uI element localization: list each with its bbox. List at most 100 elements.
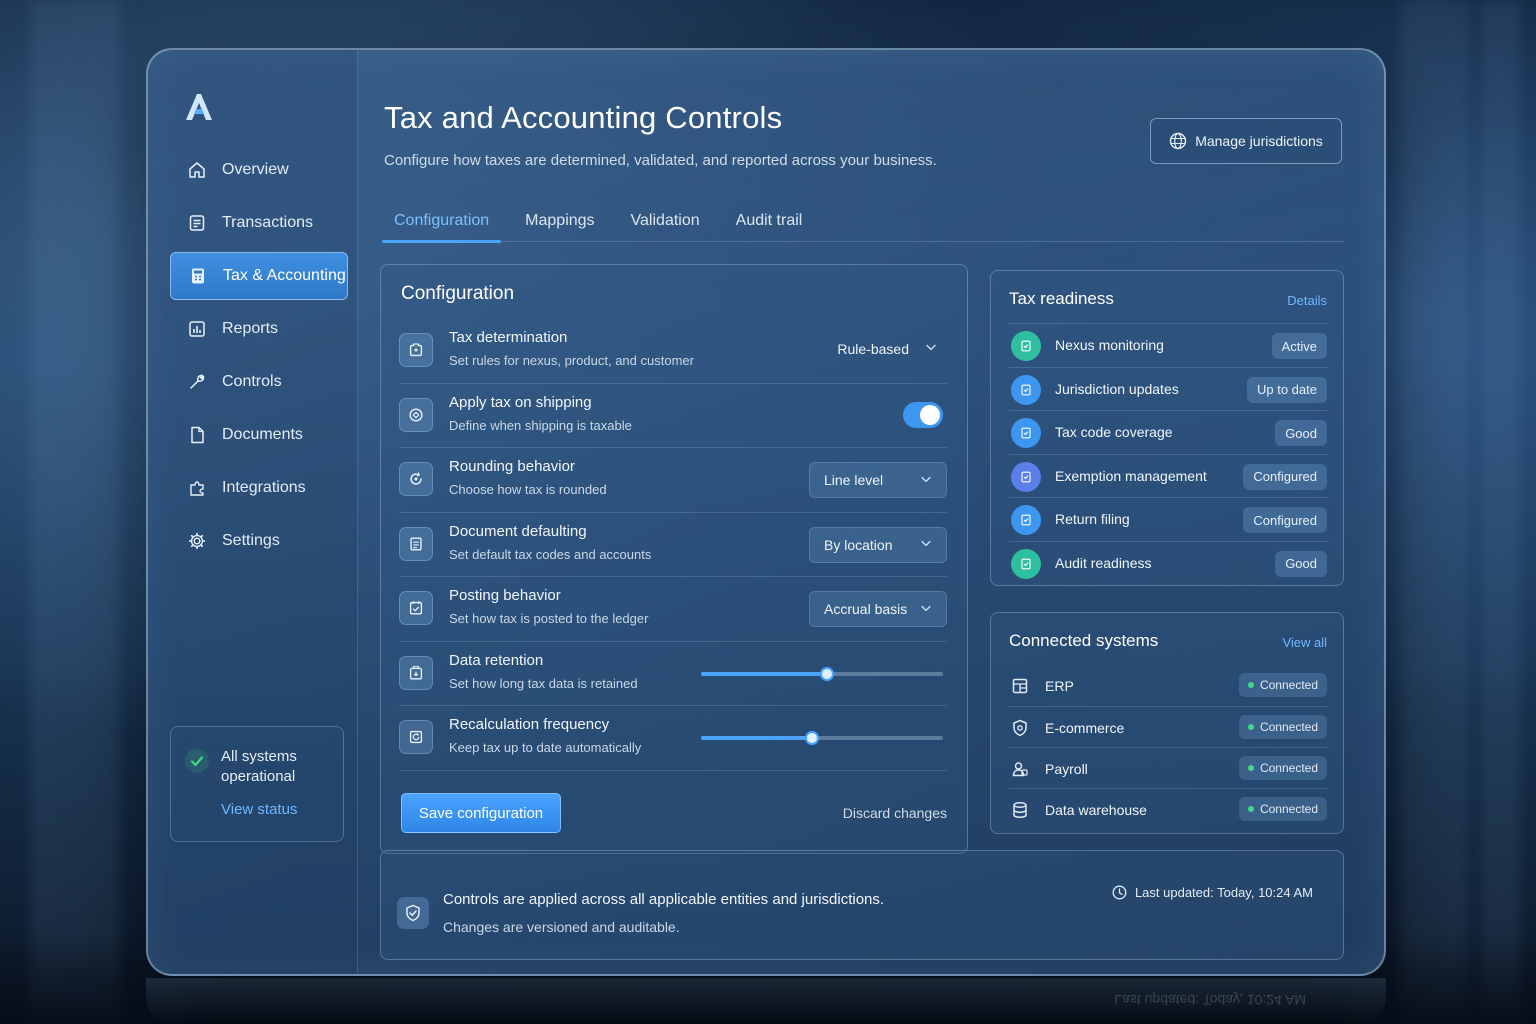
sidebar-item-transactions[interactable]: Transactions bbox=[170, 199, 348, 247]
data-retention-slider[interactable] bbox=[701, 666, 943, 681]
config-row-document-defaulting: Document defaulting Set default tax codes… bbox=[399, 513, 947, 577]
page-title: Tax and Accounting Controls bbox=[384, 100, 783, 135]
connected-systems-title: Connected systems bbox=[1009, 631, 1159, 650]
select-value: By location bbox=[824, 536, 893, 553]
config-row-tax-determination: Tax determination Set rules for nexus, pr… bbox=[399, 319, 947, 384]
rounding-behavior-select[interactable]: Line level bbox=[809, 462, 947, 498]
status-dot bbox=[1247, 806, 1254, 812]
tab-bar: Configuration Mappings Validation Audit tra… bbox=[382, 200, 1344, 243]
sidebar-item-settings[interactable]: Settings bbox=[170, 517, 348, 565]
connection-status-text: Connected bbox=[1259, 802, 1318, 816]
config-row-description: Define when shipping is taxable bbox=[449, 417, 632, 433]
connected-system-e-commerce[interactable]: E-commerce Connected bbox=[1009, 706, 1329, 747]
manage-jurisdictions-button[interactable]: Manage jurisdictions bbox=[1150, 118, 1342, 164]
connection-status-text: Connected bbox=[1259, 761, 1318, 775]
readiness-status-badge: Configured bbox=[1243, 507, 1327, 534]
system-status-card: All systems operational View status bbox=[170, 726, 344, 842]
slider-fill bbox=[701, 671, 827, 676]
tab-validation[interactable]: Validation bbox=[619, 200, 712, 242]
check-icon bbox=[185, 749, 209, 773]
config-row-name: Apply tax on shipping bbox=[449, 393, 592, 411]
slider-fill bbox=[701, 736, 813, 740]
readiness-item-exemption-management: Exemption management Configured bbox=[1009, 453, 1329, 498]
document-icon bbox=[186, 424, 208, 446]
background-column bbox=[30, 0, 120, 1024]
document-defaulting-select[interactable]: By location bbox=[809, 526, 947, 563]
archive-icon bbox=[399, 655, 433, 690]
readiness-item-name: Audit readiness bbox=[1055, 554, 1152, 571]
status-icon bbox=[1011, 374, 1041, 405]
readiness-status-badge: Good bbox=[1275, 550, 1327, 577]
globe-icon bbox=[1169, 132, 1187, 150]
view-all-link[interactable]: View all bbox=[1282, 635, 1327, 650]
recalculation-frequency-slider[interactable] bbox=[701, 731, 943, 745]
connection-status-badge: Connected bbox=[1238, 797, 1327, 821]
connected-system-erp[interactable]: ERP Connected bbox=[1009, 665, 1329, 706]
sidebar-item-label: Overview bbox=[222, 161, 289, 178]
chevron-down-icon bbox=[909, 339, 939, 358]
sidebar-item-controls[interactable]: Controls bbox=[170, 358, 348, 406]
config-row-name: Document defaulting bbox=[449, 522, 587, 540]
select-value: Line level bbox=[824, 472, 884, 488]
readiness-item-tax-code-coverage: Tax code coverage Good bbox=[1009, 410, 1329, 454]
tab-mappings[interactable]: Mappings bbox=[513, 200, 606, 242]
connected-system-data-warehouse[interactable]: Data warehouse Connected bbox=[1009, 788, 1329, 829]
configuration-card-title: Configuration bbox=[401, 283, 515, 304]
controls-info-line1: Controls are applied across all applicab… bbox=[443, 891, 885, 908]
tax-readiness-title: Tax readiness bbox=[1009, 289, 1114, 308]
details-link[interactable]: Details bbox=[1287, 293, 1327, 308]
apply-tax-on-shipping-toggle[interactable] bbox=[903, 401, 943, 428]
home-icon bbox=[186, 159, 208, 181]
rounding-icon bbox=[399, 462, 433, 496]
tax-determination-select[interactable]: Rule-based bbox=[837, 339, 939, 358]
slider-thumb[interactable] bbox=[819, 666, 834, 681]
connected-systems-list: ERP Connected E-commerce Connected Payroll Co… bbox=[1009, 665, 1329, 829]
config-row-recalculation-frequency: Recalculation frequency Keep tax up to da… bbox=[399, 706, 947, 771]
sidebar-item-label: Reports bbox=[222, 320, 279, 337]
database-icon bbox=[1009, 799, 1031, 821]
reflection-text: Last updated: Today, 10:24 AM bbox=[1114, 992, 1306, 1008]
last-updated: Last updated: Today, 10:24 AM bbox=[1112, 885, 1313, 900]
config-row-name: Posting behavior bbox=[449, 587, 561, 604]
status-icon bbox=[1011, 331, 1041, 361]
config-row-name: Recalculation frequency bbox=[449, 716, 610, 733]
tab-audit-trail[interactable]: Audit trail bbox=[724, 200, 815, 242]
shipping-icon bbox=[399, 397, 433, 432]
config-row-description: Choose how tax is rounded bbox=[449, 482, 607, 497]
config-row-description: Set rules for nexus, product, and custom… bbox=[449, 353, 694, 368]
readiness-item-name: Nexus monitoring bbox=[1055, 337, 1164, 353]
readiness-item-nexus-monitoring: Nexus monitoring Active bbox=[1009, 323, 1329, 367]
tab-configuration[interactable]: Configuration bbox=[382, 200, 502, 243]
sidebar-item-tax-and-accounting[interactable]: Tax & Accounting bbox=[170, 252, 348, 300]
payroll-icon bbox=[1009, 758, 1031, 780]
page-subtitle: Configure how taxes are determined, vali… bbox=[384, 152, 937, 169]
save-configuration-button[interactable]: Save configuration bbox=[401, 793, 561, 833]
clock-icon bbox=[1112, 885, 1127, 900]
view-status-link[interactable]: View status bbox=[221, 801, 297, 818]
config-row-description: Set how tax is posted to the ledger bbox=[449, 611, 649, 626]
refresh-icon bbox=[399, 720, 433, 754]
chevron-down-icon bbox=[918, 600, 934, 619]
config-row-data-retention: Data retention Set how long tax data is r… bbox=[399, 642, 947, 706]
status-dot bbox=[1247, 765, 1254, 771]
connected-system-payroll[interactable]: Payroll Connected bbox=[1009, 747, 1329, 788]
discard-changes-button[interactable]: Discard changes bbox=[843, 805, 947, 821]
connection-status-text: Connected bbox=[1259, 678, 1318, 692]
chevron-down-icon bbox=[918, 471, 934, 490]
connection-status-text: Connected bbox=[1259, 720, 1318, 734]
config-row-description: Set how long tax data is retained bbox=[449, 675, 638, 691]
sidebar-item-documents[interactable]: Documents bbox=[170, 411, 348, 459]
sidebar-nav: Overview Transactions Tax & Accounting Repo… bbox=[170, 146, 348, 570]
config-row-posting-behavior: Posting behavior Set how tax is posted to… bbox=[399, 577, 947, 642]
slider-thumb[interactable] bbox=[805, 731, 820, 745]
connection-status-badge: Connected bbox=[1238, 673, 1327, 697]
readiness-status-badge: Good bbox=[1275, 420, 1327, 447]
posting-behavior-select[interactable]: Accrual basis bbox=[809, 591, 947, 627]
config-row-name: Tax determination bbox=[449, 329, 568, 346]
sidebar-item-reports[interactable]: Reports bbox=[170, 305, 348, 353]
sidebar-item-integrations[interactable]: Integrations bbox=[170, 464, 348, 512]
configuration-card: Configuration Tax determination Set rules… bbox=[380, 264, 968, 854]
calculator-icon bbox=[187, 265, 209, 287]
sidebar-item-overview[interactable]: Overview bbox=[170, 146, 348, 194]
toggle-knob bbox=[920, 404, 940, 425]
